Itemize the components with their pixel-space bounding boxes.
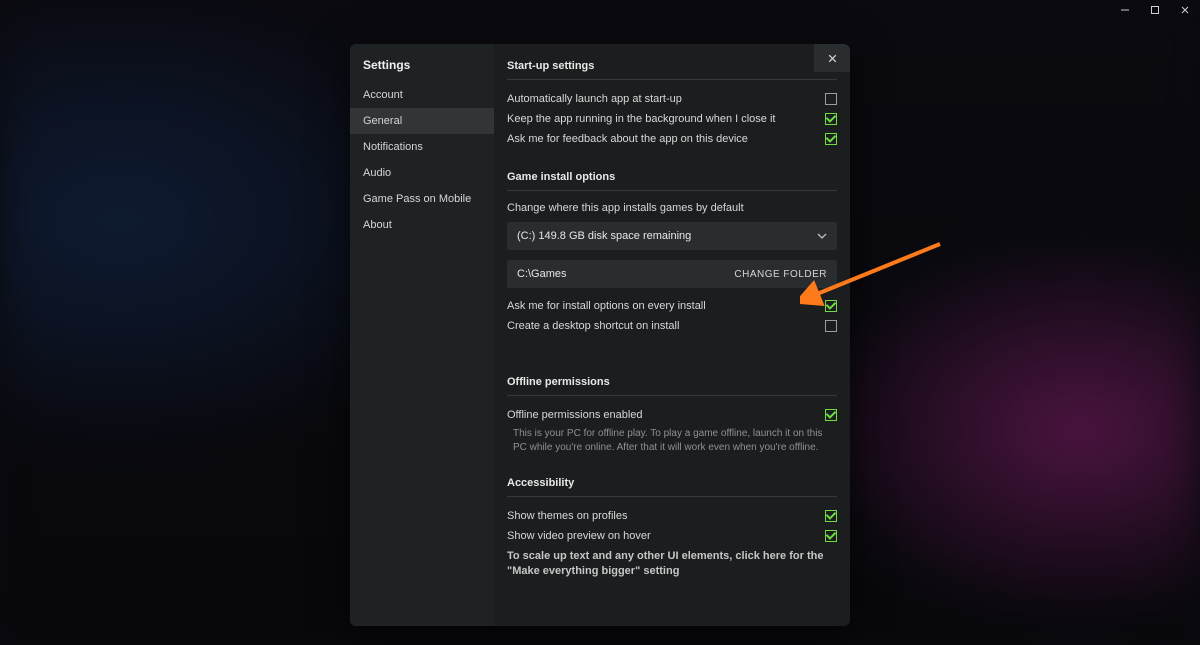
accessibility-row-video-preview: Show video preview on hover [507,526,837,546]
minimize-button[interactable] [1110,0,1140,20]
row-label: Offline permissions enabled [507,409,643,421]
sidebar-item-label: About [363,219,392,231]
offline-help-text: This is your PC for offline play. To pla… [507,425,837,455]
install-folder-path: C:\Games [517,268,567,280]
checkbox-video-preview[interactable] [825,530,837,542]
checkbox-keep-running[interactable] [825,113,837,125]
chevron-down-icon [817,230,827,242]
install-row-ask-options: Ask me for install options on every inst… [507,296,837,316]
settings-sidebar: Settings Account General Notifications A… [350,44,494,626]
sidebar-item-about[interactable]: About [350,212,494,238]
checkbox-auto-launch[interactable] [825,93,837,105]
sidebar-item-label: Notifications [363,141,423,153]
row-label: Create a desktop shortcut on install [507,320,679,332]
close-window-button[interactable] [1170,0,1200,20]
change-where-label: Change where this app installs games by … [507,200,837,214]
sidebar-item-notifications[interactable]: Notifications [350,134,494,160]
settings-title: Settings [350,44,494,82]
row-label: Show themes on profiles [507,510,627,522]
section-title-offline: Offline permissions [507,376,837,388]
checkbox-offline-enabled[interactable] [825,409,837,421]
startup-row-keep-running: Keep the app running in the background w… [507,109,837,129]
sidebar-item-label: Audio [363,167,391,179]
section-title-accessibility: Accessibility [507,477,837,489]
row-label: Keep the app running in the background w… [507,113,775,125]
settings-dialog: Settings Account General Notifications A… [350,44,850,626]
sidebar-item-gamepass-mobile[interactable]: Game Pass on Mobile [350,186,494,212]
startup-row-feedback: Ask me for feedback about the app on thi… [507,129,837,149]
install-folder-row: C:\Games CHANGE FOLDER [507,260,837,288]
checkbox-desktop-shortcut[interactable] [825,320,837,332]
sidebar-item-label: Game Pass on Mobile [363,193,471,205]
row-label: Automatically launch app at start-up [507,93,682,105]
offline-row-enabled: Offline permissions enabled [507,405,837,425]
checkbox-feedback[interactable] [825,133,837,145]
titlebar-window-controls [1110,0,1200,20]
install-row-desktop-shortcut: Create a desktop shortcut on install [507,316,837,336]
settings-pane: Start-up settings Automatically launch a… [494,44,850,626]
change-folder-button[interactable]: CHANGE FOLDER [734,269,827,280]
row-label: Ask me for feedback about the app on thi… [507,133,748,145]
startup-row-auto-launch: Automatically launch app at start-up [507,89,837,109]
divider [507,190,837,191]
sidebar-item-label: General [363,115,402,127]
divider [507,496,837,497]
row-label: Ask me for install options on every inst… [507,300,706,312]
accessibility-row-themes: Show themes on profiles [507,506,837,526]
drive-select[interactable]: (C:) 149.8 GB disk space remaining [507,222,837,250]
row-label: Show video preview on hover [507,530,651,542]
maximize-button[interactable] [1140,0,1170,20]
sidebar-item-general[interactable]: General [350,108,494,134]
divider [507,395,837,396]
divider [507,79,837,80]
section-title-startup: Start-up settings [507,60,837,72]
sidebar-item-audio[interactable]: Audio [350,160,494,186]
checkbox-show-themes[interactable] [825,510,837,522]
checkbox-ask-install-options[interactable] [825,300,837,312]
sidebar-item-account[interactable]: Account [350,82,494,108]
section-title-install: Game install options [507,171,837,183]
sidebar-item-label: Account [363,89,403,101]
drive-select-value: (C:) 149.8 GB disk space remaining [517,230,691,242]
scale-text-link[interactable]: To scale up text and any other UI elemen… [507,546,837,580]
